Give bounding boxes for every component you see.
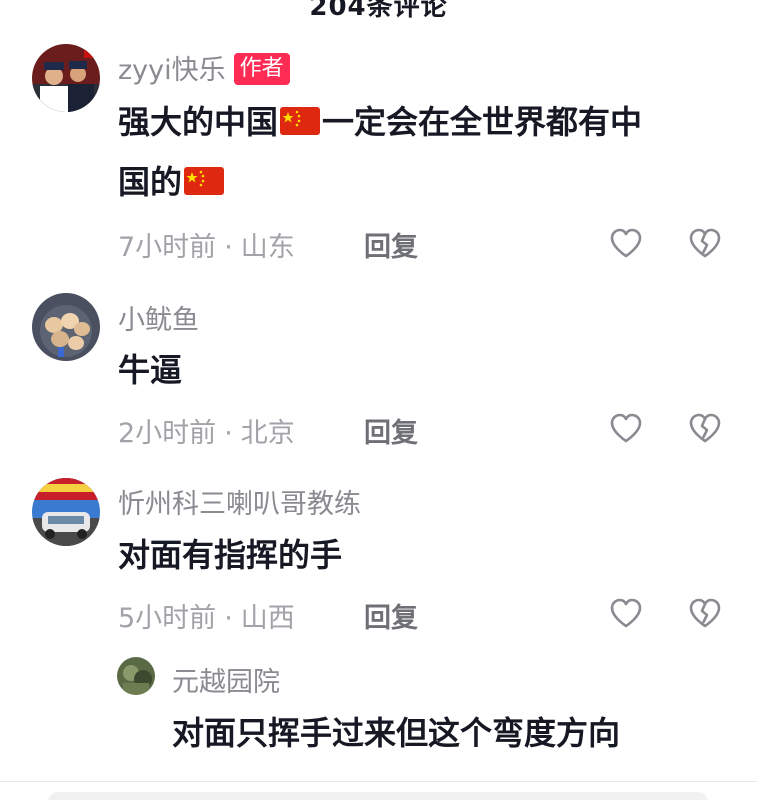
- broken-heart-icon[interactable]: [688, 227, 722, 259]
- reply-username[interactable]: 元越园院: [172, 660, 280, 699]
- reply-button[interactable]: 回复: [364, 225, 418, 264]
- divider: [0, 781, 757, 782]
- china-flag-icon: [278, 96, 322, 135]
- heart-outline-icon[interactable]: [609, 597, 643, 629]
- comment-time: 2小时前: [118, 418, 217, 449]
- comment-text: 对面有指挥的手: [118, 536, 343, 574]
- reply-text: 对面只挥手过来但这个弯度方向: [172, 714, 621, 752]
- comment-meta: 7小时前 · 山东: [118, 232, 295, 263]
- avatar[interactable]: [32, 478, 100, 546]
- comment-username[interactable]: zyyi快乐 作者: [118, 48, 290, 87]
- comment-text: 强大的中国 一定会在全世界都有中 国的: [118, 92, 738, 212]
- comment-location: 北京: [240, 418, 295, 449]
- avatar[interactable]: [32, 293, 100, 361]
- comment-time: 7小时前: [118, 232, 217, 263]
- broken-heart-icon[interactable]: [688, 412, 722, 444]
- avatar[interactable]: [117, 657, 155, 695]
- comment-username[interactable]: 小鱿鱼: [118, 298, 199, 337]
- comment-text: 牛逼: [118, 351, 183, 389]
- author-badge: 作者: [233, 53, 290, 85]
- reply-button[interactable]: 回复: [364, 411, 418, 450]
- comment-location: 山东: [240, 232, 295, 263]
- username-text[interactable]: zyyi快乐: [118, 55, 226, 86]
- comments-count-title: 204条评论: [309, 0, 448, 22]
- comment-location: 山西: [240, 603, 295, 634]
- heart-outline-icon[interactable]: [609, 412, 643, 444]
- heart-outline-icon[interactable]: [609, 227, 643, 259]
- broken-heart-icon[interactable]: [688, 597, 722, 629]
- avatar[interactable]: [32, 44, 100, 112]
- comment-time: 5小时前: [118, 603, 217, 634]
- china-flag-icon: [182, 156, 226, 195]
- reply-button[interactable]: 回复: [364, 596, 418, 635]
- comment-username[interactable]: 忻州科三喇叭哥教练: [118, 482, 361, 521]
- comment-meta: 2小时前 · 北京: [118, 418, 295, 449]
- comment-input-bar[interactable]: [48, 792, 708, 800]
- comment-meta: 5小时前 · 山西: [118, 603, 295, 634]
